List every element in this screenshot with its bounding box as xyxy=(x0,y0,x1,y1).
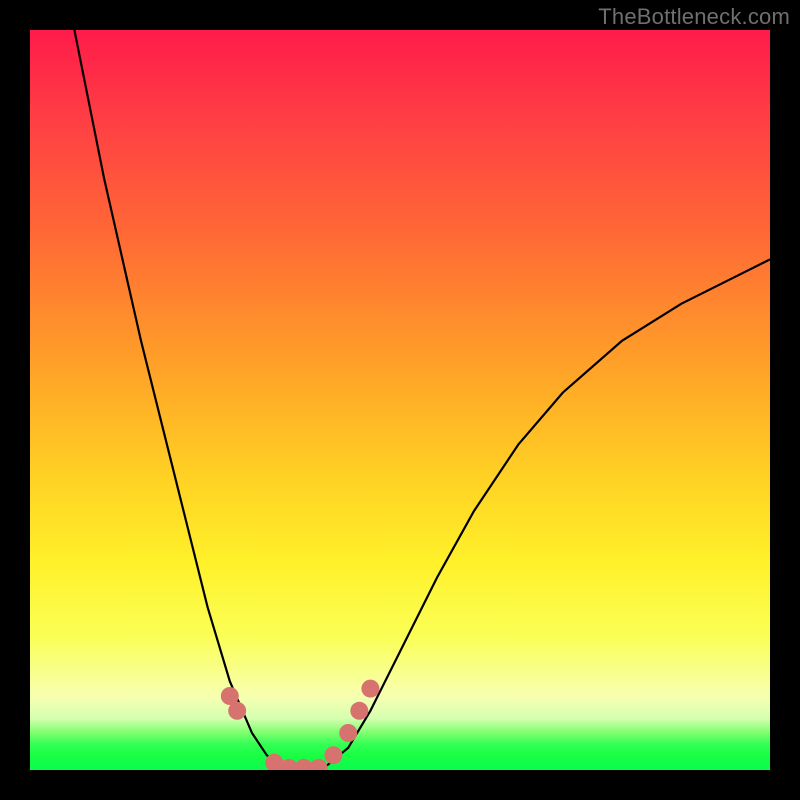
marker-dot xyxy=(350,702,368,720)
chart-frame: TheBottleneck.com xyxy=(0,0,800,800)
plot-area xyxy=(30,30,770,770)
marker-dot xyxy=(339,724,357,742)
marker-dot xyxy=(324,746,342,764)
chart-svg xyxy=(30,30,770,770)
watermark-text: TheBottleneck.com xyxy=(598,4,790,30)
marker-dot xyxy=(228,702,246,720)
marker-dot xyxy=(310,759,328,770)
bottleneck-curve xyxy=(74,30,770,770)
marker-dot xyxy=(361,680,379,698)
highlight-markers xyxy=(221,680,380,770)
